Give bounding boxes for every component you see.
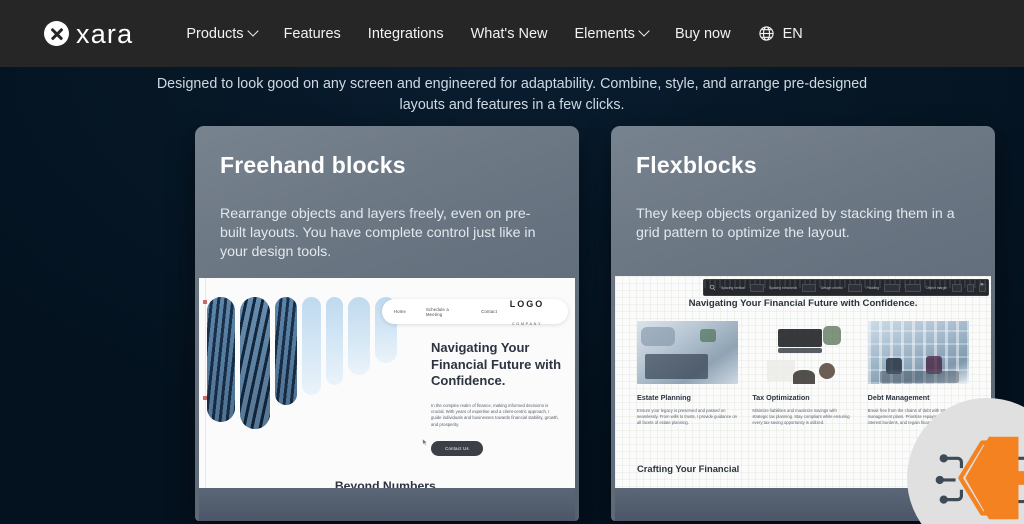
- toolbar-field-label-2: Design control: [820, 285, 843, 290]
- mockup-nav-link-contact: Contact: [481, 309, 498, 314]
- mockup-nav-link-schedule: Schedule a Meeting: [425, 306, 449, 317]
- xara-logo[interactable]: xara: [44, 19, 134, 49]
- toolbar-padding-label: Padding: [866, 285, 879, 290]
- nav-item-buy-now[interactable]: Buy now: [675, 26, 731, 42]
- column-body: Ensure your legacy is preserved and pass…: [637, 408, 737, 425]
- toolbar-margin-label: Object margin: [925, 285, 948, 290]
- mockup-nav-link-home: Home: [394, 309, 406, 314]
- column-body: Minimize liabilities and maximize saving…: [752, 408, 850, 425]
- nav-item-elements[interactable]: Elements: [574, 24, 650, 42]
- flexblocks-footer-heading: Crafting Your Financial: [637, 463, 740, 474]
- language-label: EN: [782, 25, 803, 42]
- card-freehand-blocks[interactable]: Freehand blocks Rearrange objects and la…: [195, 126, 579, 521]
- flexblock-column: Tax Optimization Minimize liabilities an…: [752, 321, 853, 426]
- flexblocks-toolbar[interactable]: Spacing vertical Spacing horizontal Desi…: [703, 279, 989, 296]
- flexblocks-heading: Navigating Your Financial Future with Co…: [688, 298, 918, 309]
- freehand-shape: [240, 297, 270, 429]
- column-image: [867, 321, 969, 384]
- top-navbar: xara Products Features Integrations What…: [0, 0, 1024, 67]
- freehand-canvas: Home Schedule a Meeting Contact LOGO COM…: [199, 278, 575, 521]
- mockup-heading: Navigating Your Financial Future with Co…: [431, 340, 562, 388]
- toolbar-padding-input-2[interactable]: [904, 283, 921, 292]
- column-title: Estate Planning: [637, 393, 691, 402]
- flexblock-column: Estate Planning Ensure your legacy is pr…: [637, 321, 739, 426]
- toolbar-stepper-0[interactable]: [749, 283, 764, 292]
- globe-icon: [758, 26, 774, 41]
- mockup-logo: LOGO COMPANY: [497, 294, 557, 330]
- feature-cards: Freehand blocks Rearrange objects and la…: [0, 126, 1024, 524]
- freehand-shape: [275, 297, 297, 405]
- mockup-contact-button[interactable]: Contact Us: [431, 441, 483, 456]
- nav-item-integrations[interactable]: Integrations: [368, 26, 444, 42]
- mockup-logo-line2: COMPANY: [511, 321, 543, 326]
- card-title: Freehand blocks: [220, 152, 406, 178]
- column-image: [752, 321, 853, 384]
- freehand-shape: [326, 297, 343, 385]
- nav-label-integrations: Integrations: [367, 25, 444, 42]
- chevron-down-icon: [246, 24, 259, 37]
- nav-label-products: Products: [186, 25, 244, 42]
- cursor-icon: [422, 438, 428, 446]
- preview-footer-bar: [199, 488, 575, 521]
- mockup-navbar: Home Schedule a Meeting Contact LOGO COM…: [382, 299, 568, 326]
- nav-label-elements: Elements: [574, 25, 635, 42]
- mockup-contact-button-label: Contact Us: [445, 446, 469, 451]
- language-selector[interactable]: EN: [758, 25, 803, 42]
- nav-label-buy-now: Buy now: [674, 25, 731, 42]
- freehand-shape: [302, 297, 321, 395]
- nav-item-whats-new[interactable]: What's New: [471, 26, 548, 42]
- orange-chip-arrow-logo-icon: [935, 436, 1024, 520]
- column-image: [637, 321, 739, 384]
- nav-label-features: Features: [283, 25, 341, 42]
- chevron-down-icon: [638, 24, 650, 37]
- brand-name: xara: [76, 19, 134, 49]
- toolbar-padding-input[interactable]: [883, 283, 900, 292]
- column-title: Debt Management: [867, 393, 930, 402]
- card-description: They keep objects organized by stacking …: [636, 205, 955, 241]
- column-title: Tax Optimization: [752, 393, 810, 402]
- toolbar-stepper-2[interactable]: [847, 283, 862, 292]
- nav-item-features[interactable]: Features: [284, 26, 341, 42]
- nav-label-whats-new: What's New: [470, 25, 548, 42]
- card-title: Flexblocks: [636, 152, 757, 178]
- xara-circle-x-logo-icon: [44, 21, 69, 46]
- page-root: xara Products Features Integrations What…: [0, 0, 1024, 524]
- primary-navigation: Products Features Integrations What's Ne…: [186, 24, 803, 42]
- intro-paragraph: Designed to look good on any screen and …: [156, 76, 868, 113]
- toolbar-margin-input[interactable]: [952, 283, 963, 292]
- card-header: Freehand blocks Rearrange objects and la…: [195, 126, 579, 262]
- close-icon[interactable]: ✕: [980, 282, 984, 288]
- toolbar-margin-btn-1[interactable]: [967, 283, 975, 292]
- toolbar-field-label-0: Spacing vertical: [721, 285, 745, 290]
- search-icon: [709, 284, 716, 291]
- freehand-preview: Home Schedule a Meeting Contact LOGO COM…: [199, 278, 575, 521]
- toolbar-stepper-1[interactable]: [801, 283, 816, 292]
- mockup-logo-line1: LOGO: [509, 298, 545, 309]
- freehand-shape: [348, 297, 370, 375]
- flexblocks-columns: Estate Planning Ensure your legacy is pr…: [637, 321, 969, 426]
- freehand-shape: [207, 297, 235, 422]
- nav-item-products[interactable]: Products: [186, 24, 259, 42]
- mockup-body-text: In the complex realm of finance, making …: [431, 403, 559, 427]
- card-header: Flexblocks They keep objects organized b…: [611, 126, 995, 243]
- toolbar-field-label-1: Spacing horizontal: [768, 285, 797, 290]
- card-description: Rearrange objects and layers freely, eve…: [220, 205, 536, 260]
